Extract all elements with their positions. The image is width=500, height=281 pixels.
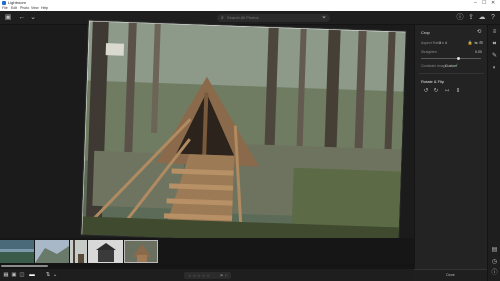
share-icon[interactable]: ⇪ — [467, 14, 475, 22]
photo-grid-icon[interactable]: ▦ — [3, 272, 9, 278]
edited-photo[interactable] — [80, 19, 407, 247]
thumb-image — [125, 241, 157, 262]
flip-vertical-icon[interactable]: ⇕ — [455, 88, 461, 94]
scroll-thumb[interactable] — [1, 265, 48, 267]
checkmark-icon[interactable]: ✓ — [454, 62, 460, 68]
filmstrip-scrollbar[interactable] — [0, 264, 414, 267]
cloud-icon[interactable]: ☁ — [478, 14, 486, 22]
presets-icon[interactable]: ▤ — [491, 247, 498, 254]
detail-view-icon[interactable]: ▬ — [29, 272, 35, 278]
masking-icon[interactable]: ◐ — [491, 65, 498, 72]
grid-icon[interactable]: ⊞ — [478, 40, 484, 46]
crop-reset-icon[interactable]: ⟲ — [476, 29, 482, 35]
aspect-label: Aspect Ratio — [421, 41, 441, 45]
photo-image — [81, 20, 407, 247]
edit-tool-strip: ≡ ⌗ ✎ ◐ ▤ ◷ ⓘ — [487, 25, 500, 281]
help-icon[interactable]: ? — [489, 14, 497, 22]
top-toolbar: ▣ ← ⌄ ⌕ Search All Photos ⏷ ⓘ ⇪ ☁ ? — [0, 11, 500, 25]
versions-icon[interactable]: ◷ — [491, 259, 498, 266]
filmstrip-thumb[interactable] — [88, 240, 123, 263]
filter-icon[interactable]: ⏷ — [322, 14, 326, 22]
search-input[interactable]: Search All Photos — [227, 14, 259, 22]
chevron-down-icon[interactable]: ⌄ — [29, 14, 37, 22]
rotate-flip-title: Rotate & Flip — [421, 79, 445, 84]
star-rating[interactable]: ☆☆☆☆☆ — [188, 272, 211, 279]
chevron-down-icon[interactable]: ⌄ — [52, 272, 58, 278]
panel-toggle-icon[interactable]: ▣ — [4, 14, 12, 22]
back-arrow-icon[interactable]: ← — [18, 14, 26, 22]
search-bar[interactable]: ⌕ Search All Photos ⏷ — [217, 14, 330, 22]
filmstrip-thumb[interactable] — [35, 240, 69, 263]
aspect-value[interactable]: 3 × 4 — [439, 41, 447, 45]
filmstrip-thumb-selected[interactable] — [124, 240, 158, 263]
thumb-image — [88, 240, 123, 263]
crop-icon[interactable]: ⌗ — [491, 41, 498, 48]
done-button[interactable]: Done — [414, 269, 487, 281]
bottom-toolbar: ▦ ▣ ◫ ▬ ⇅ ⌄ ☆☆☆☆☆ ⚑ ⚐ — [0, 268, 414, 281]
activity-icon[interactable]: ⓘ — [491, 270, 498, 277]
sort-icon[interactable]: ⇅ — [45, 272, 51, 278]
compare-icon[interactable]: ◫ — [19, 272, 25, 278]
filmstrip-thumb[interactable] — [0, 240, 34, 263]
straighten-knob[interactable] — [456, 57, 460, 60]
healing-icon[interactable]: ✎ — [491, 53, 498, 60]
crop-panel: Crop ⟲ Aspect Ratio 3 × 4 🔒 ⇆ ⊞ Straight… — [414, 25, 487, 269]
straighten-label: Straighten — [421, 50, 437, 54]
flag-icons[interactable]: ⚑ ⚐ — [220, 272, 228, 279]
app-icon — [2, 1, 6, 5]
panel-divider — [419, 73, 484, 74]
thumb-image — [35, 240, 69, 263]
rotate-right-icon[interactable]: ↻ — [433, 88, 439, 94]
rotate-left-icon[interactable]: ↺ — [423, 88, 429, 94]
rating-flags-bar: ☆☆☆☆☆ ⚑ ⚐ — [184, 272, 231, 279]
search-icon: ⌕ — [221, 15, 224, 21]
edit-sliders-icon[interactable]: ≡ — [491, 29, 498, 36]
thumb-image — [0, 240, 34, 263]
constrain-label: Constrain Image — [421, 64, 447, 68]
straighten-value: 0.00 — [475, 50, 482, 54]
filmstrip-thumb[interactable] — [70, 240, 87, 263]
info-icon[interactable]: ⓘ — [456, 14, 464, 22]
square-grid-icon[interactable]: ▣ — [11, 272, 17, 278]
straighten-slider[interactable] — [421, 58, 481, 59]
flip-horizontal-icon[interactable]: ⇿ — [444, 88, 450, 94]
thumb-image — [70, 240, 87, 263]
crop-title: Crop — [421, 30, 430, 35]
